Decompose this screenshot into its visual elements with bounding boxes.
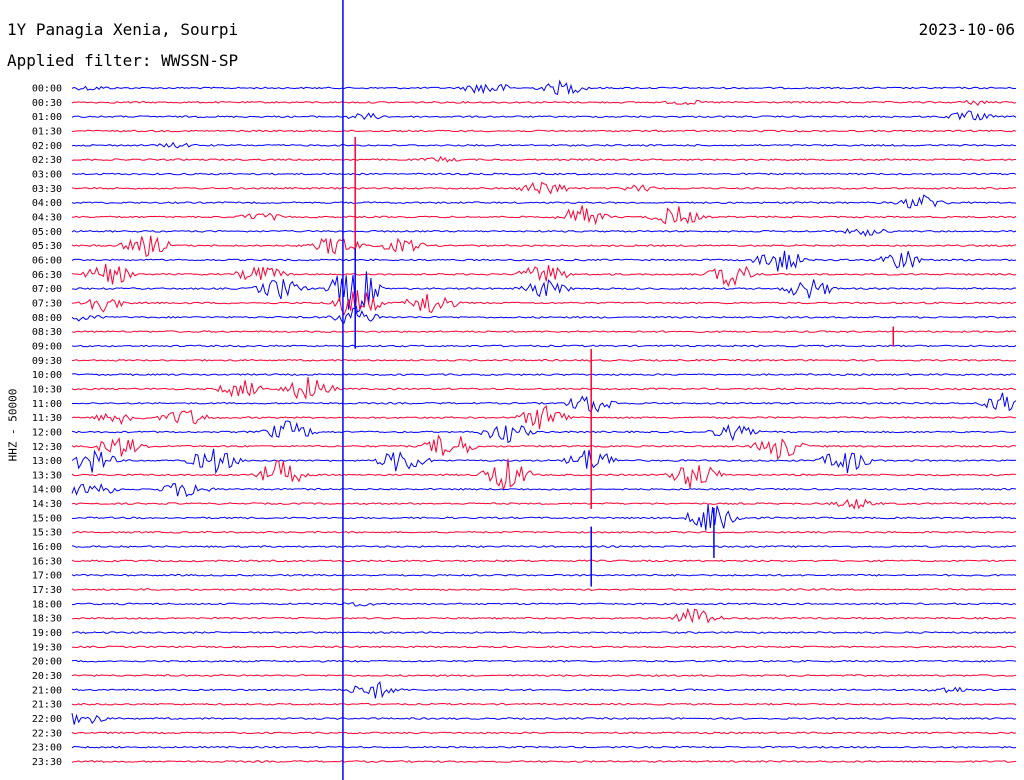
trace-row (71, 545, 1017, 549)
row-tick-label: 20:30 (32, 671, 62, 682)
trace-row (71, 376, 1017, 401)
trace-row (71, 358, 1017, 362)
row-tick-label: 09:30 (32, 356, 62, 367)
row-tick-label: 09:00 (32, 341, 62, 352)
row-tick-label: 00:30 (32, 98, 62, 109)
row-tick-label: 22:00 (32, 714, 62, 725)
row-tick-label: 00:00 (32, 84, 62, 95)
row-tick-label: 18:30 (32, 614, 62, 625)
trace-row (71, 731, 1017, 735)
trace-row (72, 645, 1017, 649)
trace-row (71, 129, 1017, 133)
trace-row (71, 530, 1017, 534)
row-tick-label: 02:30 (32, 155, 62, 166)
trace-row (71, 373, 1017, 376)
trace-row (71, 498, 1017, 510)
trace-row (71, 181, 1016, 195)
trace-row (71, 745, 1017, 749)
trace-row (71, 307, 1017, 325)
row-tick-label: 05:30 (32, 241, 62, 252)
trace-row (71, 227, 1017, 237)
row-tick-label: 08:00 (32, 313, 62, 324)
trace-row (71, 344, 1017, 348)
row-tick-label: 11:30 (32, 413, 62, 424)
row-tick-label: 16:30 (32, 556, 62, 567)
trace-row (71, 271, 1017, 313)
trace-row (71, 250, 1017, 272)
trace-row (71, 155, 1017, 163)
trace-row (71, 680, 1017, 699)
trace-row (71, 607, 1017, 624)
row-tick-label: 04:30 (32, 212, 62, 223)
row-tick-label: 12:30 (32, 442, 62, 453)
trace-row (71, 504, 1017, 531)
row-tick-label: 20:00 (32, 657, 62, 668)
helicorder-plot: 00:00 00:30 01:00 01:30 02:00 02:30 03:00 03:30… (32, 0, 1017, 780)
row-tick-label: 19:00 (32, 628, 62, 639)
trace-row (71, 458, 1017, 491)
row-tick-label: 11:00 (32, 399, 62, 410)
trace-row (71, 659, 1017, 663)
row-tick-label: 21:30 (32, 700, 62, 711)
row-tick-label: 07:30 (32, 298, 62, 309)
row-tick-label: 07:00 (32, 284, 62, 295)
trace-row (71, 631, 1017, 634)
row-tick-label: 14:00 (32, 485, 62, 496)
trace-row (71, 99, 1017, 107)
row-tick-label: 17:30 (32, 585, 62, 596)
row-tick-label: 03:30 (32, 184, 62, 195)
trace-row (71, 434, 1017, 460)
row-tick-label: 12:00 (32, 427, 62, 438)
row-tick-label: 10:30 (32, 384, 62, 395)
row-tick-label: 06:30 (32, 270, 62, 281)
row-tick-label: 22:30 (32, 728, 62, 739)
row-tick-label: 10:00 (32, 370, 62, 381)
trace-row (71, 290, 1017, 316)
row-tick-label: 16:00 (32, 542, 62, 553)
trace-row (71, 559, 1017, 563)
row-tick-label: 01:00 (32, 112, 62, 123)
trace-row (71, 674, 1017, 677)
row-tick-label: 04:00 (32, 198, 62, 209)
row-tick-label: 01:30 (32, 126, 62, 137)
trace-row (71, 110, 1017, 121)
row-tick-label: 03:00 (32, 169, 62, 180)
trace-row (71, 235, 1017, 258)
trace-row (71, 760, 1017, 763)
row-tick-label: 05:00 (32, 227, 62, 238)
row-tick-label: 19:30 (32, 642, 62, 653)
trace-row (71, 573, 1017, 577)
row-tick-label: 15:30 (32, 528, 62, 539)
trace-row (71, 482, 1017, 498)
row-tick-label: 06:00 (32, 255, 62, 266)
row-tick-label: 17:00 (32, 571, 62, 582)
row-tick-label: 23:00 (32, 743, 62, 754)
trace-row (71, 141, 1017, 149)
trace-row (71, 713, 1017, 725)
trace-row (71, 79, 1017, 96)
trace-row (71, 702, 1017, 706)
row-tick-label: 13:00 (32, 456, 62, 467)
trace-row (71, 448, 1017, 475)
trace-row (71, 172, 1017, 176)
trace-row (71, 405, 1017, 430)
row-tick-label: 18:00 (32, 599, 62, 610)
trace-row (71, 330, 1017, 333)
row-tick-label: 21:00 (32, 685, 62, 696)
row-tick-label: 23:30 (32, 757, 62, 768)
trace-row (71, 420, 1017, 444)
row-tick-label: 13:30 (32, 470, 62, 481)
row-tick-label: 08:30 (32, 327, 62, 338)
trace-row (71, 194, 1017, 209)
trace-row (71, 588, 1017, 591)
trace-row (72, 205, 1017, 226)
trace-row (72, 602, 1017, 607)
row-tick-label: 14:30 (32, 499, 62, 510)
row-tick-label: 15:00 (32, 513, 62, 524)
row-tick-label: 02:00 (32, 141, 62, 152)
